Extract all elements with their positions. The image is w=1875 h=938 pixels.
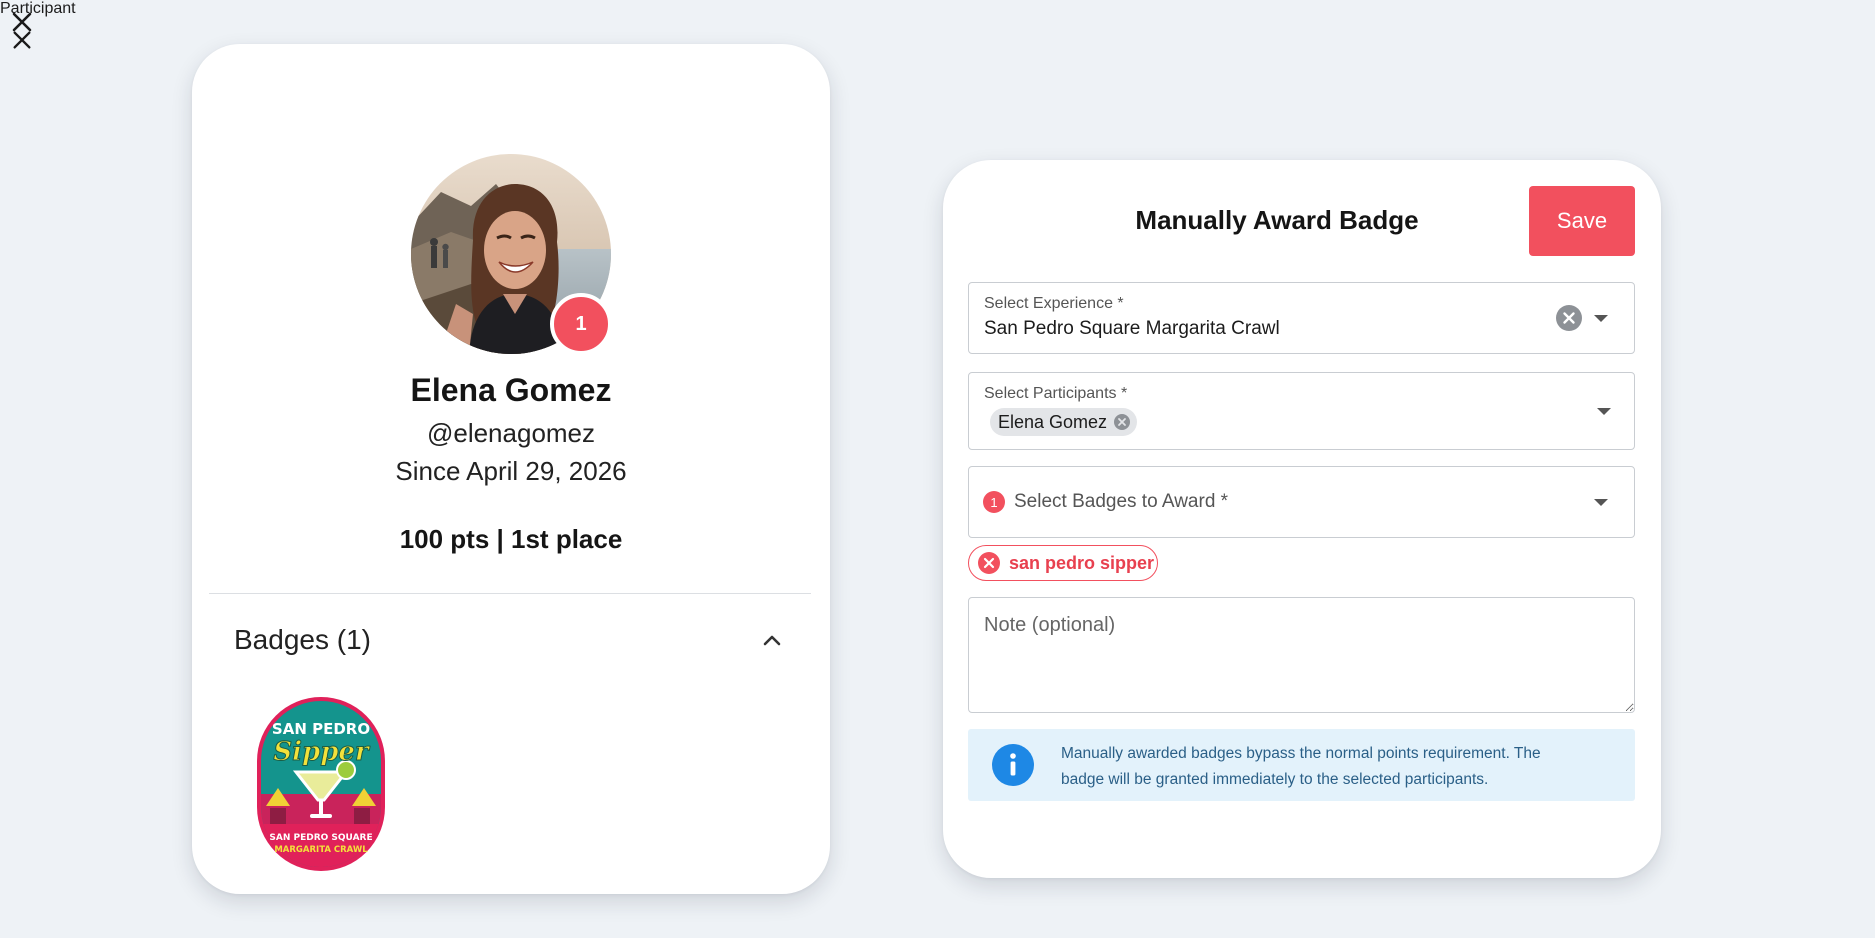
selected-badges-count: 1 xyxy=(983,491,1005,513)
remove-badge-icon[interactable] xyxy=(978,552,1000,574)
participant-handle: @elenagomez xyxy=(426,418,596,448)
select-badges-field[interactable]: 1 Select Badges to Award * xyxy=(968,466,1635,538)
badge-bottom-text-1: SAN PEDRO SQUARE xyxy=(269,833,372,843)
award-close-button[interactable] xyxy=(0,18,44,62)
select-experience-label: Select Experience * xyxy=(984,295,1124,312)
badge-top-text: SAN PEDRO xyxy=(272,720,370,738)
divider xyxy=(209,593,811,594)
select-participants-label: Select Participants * xyxy=(984,385,1128,402)
participant-title: Participant xyxy=(0,0,76,17)
badges-section-header[interactable]: Badges (1) xyxy=(234,624,371,656)
award-title: Manually Award Badge xyxy=(1135,205,1419,235)
save-button[interactable]: Save xyxy=(1529,186,1635,256)
selected-badge-chip[interactable]: san pedro sipper xyxy=(968,545,1158,581)
participant-chip-label: Elena Gomez xyxy=(998,411,1108,432)
select-experience-value: San Pedro Square Margarita Crawl xyxy=(984,318,1280,339)
badge-script-text: Sipper xyxy=(273,737,371,767)
badge-bottom-text-2: MARGARITA CRAWL xyxy=(274,845,368,855)
chevron-up-icon xyxy=(763,635,781,646)
note-input[interactable] xyxy=(968,597,1635,713)
selected-badge-label: san pedro sipper xyxy=(1009,552,1155,573)
chip-remove-icon[interactable] xyxy=(1113,413,1131,431)
participant-chip[interactable]: Elena Gomez xyxy=(990,408,1138,436)
info-text-line-2: badge will be granted immediately to the… xyxy=(1061,771,1489,788)
badges-collapse-button[interactable] xyxy=(750,618,794,662)
dropdown-caret-icon[interactable] xyxy=(1594,315,1608,322)
info-text: Manually awarded badges bypass the norma… xyxy=(1061,741,1601,793)
close-icon xyxy=(13,31,31,49)
avatar[interactable]: 1 xyxy=(411,154,612,355)
dropdown-caret-icon[interactable] xyxy=(1594,499,1608,506)
participant-since: Since April 29, 2026 xyxy=(395,456,627,486)
info-text-line-1: Manually awarded badges bypass the norma… xyxy=(1061,745,1541,762)
badge-san-pedro-sipper[interactable]: SAN PEDRO Sipper SAN PEDRO SQUARE MARGAR… xyxy=(256,696,386,872)
select-experience-field[interactable]: Select Experience * San Pedro Square Mar… xyxy=(968,282,1635,354)
avatar-badge-count: 1 xyxy=(550,293,612,355)
clear-circle-icon[interactable] xyxy=(1556,305,1582,331)
select-badges-placeholder: Select Badges to Award * xyxy=(1014,491,1229,512)
participant-name: Elena Gomez xyxy=(410,372,612,408)
dropdown-caret-icon[interactable] xyxy=(1597,408,1611,415)
info-message: Manually awarded badges bypass the norma… xyxy=(968,729,1635,801)
info-icon xyxy=(992,744,1034,786)
participant-stats: 100 pts | 1st place xyxy=(399,524,623,554)
select-participants-field[interactable]: Select Participants * Elena Gomez xyxy=(968,372,1635,450)
